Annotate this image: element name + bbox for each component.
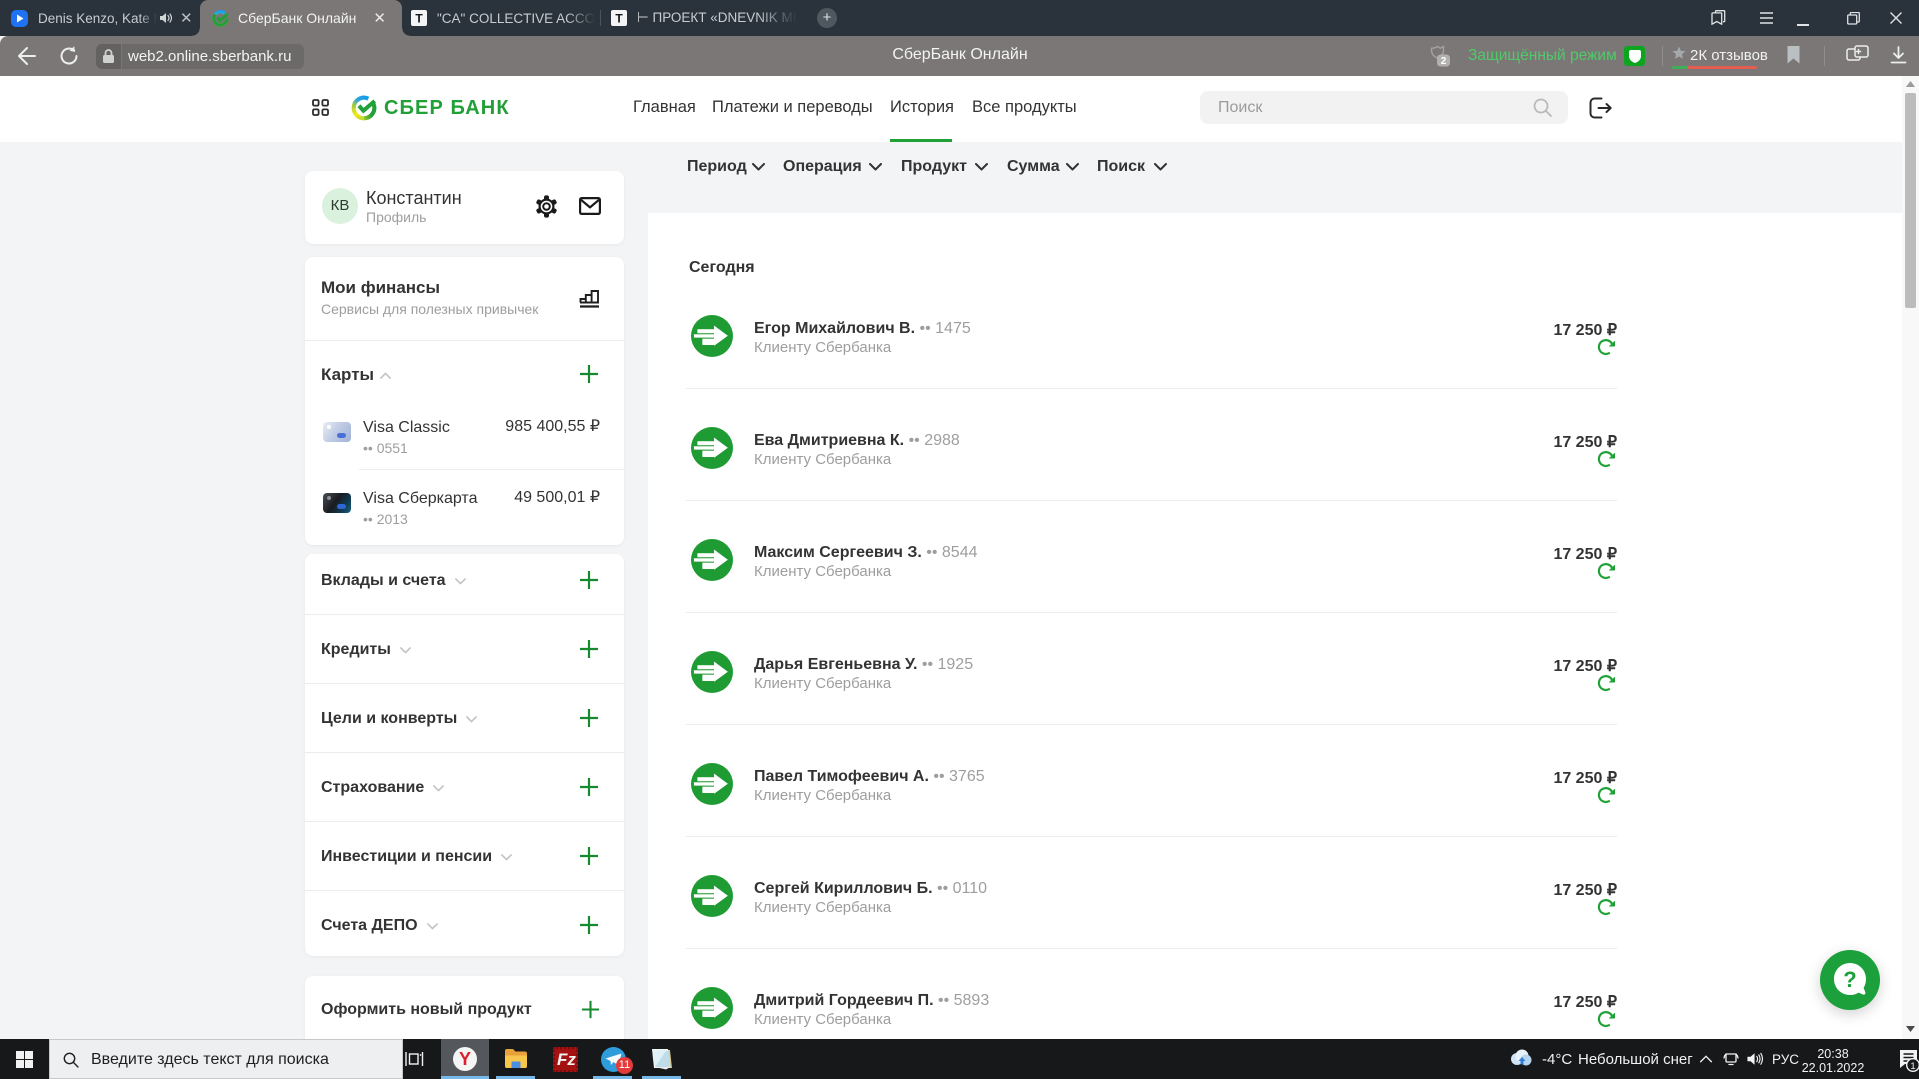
svg-text:T: T xyxy=(415,12,423,26)
svg-text:?: ? xyxy=(1843,967,1856,992)
svg-text:1: 1 xyxy=(1910,1061,1915,1072)
svg-text:2: 2 xyxy=(1441,56,1447,67)
svg-text:T: T xyxy=(615,12,623,26)
